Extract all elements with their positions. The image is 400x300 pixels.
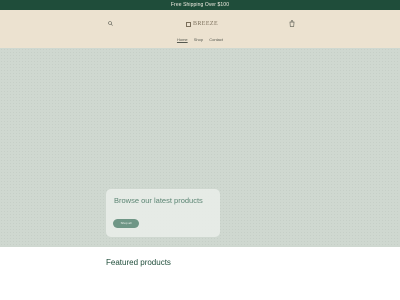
logo-mark-icon [186,21,191,27]
nav-link-contact[interactable]: Contact [209,37,223,42]
featured-products-heading: Featured products [106,258,171,267]
cart-icon[interactable] [289,20,295,27]
nav-link-home[interactable]: Home [177,37,188,42]
search-icon[interactable] [108,21,113,26]
announcement-bar: Free Shipping Over $100 [0,0,400,10]
main-nav: Home Shop Contact [0,37,400,42]
site-logo[interactable]: BREEZE [186,20,218,28]
hero-heading: Browse our latest products [114,196,203,205]
shop-all-button[interactable]: Shop all [113,219,139,228]
logo-text: BREEZE [193,21,219,27]
nav-link-shop[interactable]: Shop [194,37,203,42]
hero-card: Browse our latest products Shop all [106,189,220,237]
site-header: BREEZE Home Shop Contact [0,10,400,48]
